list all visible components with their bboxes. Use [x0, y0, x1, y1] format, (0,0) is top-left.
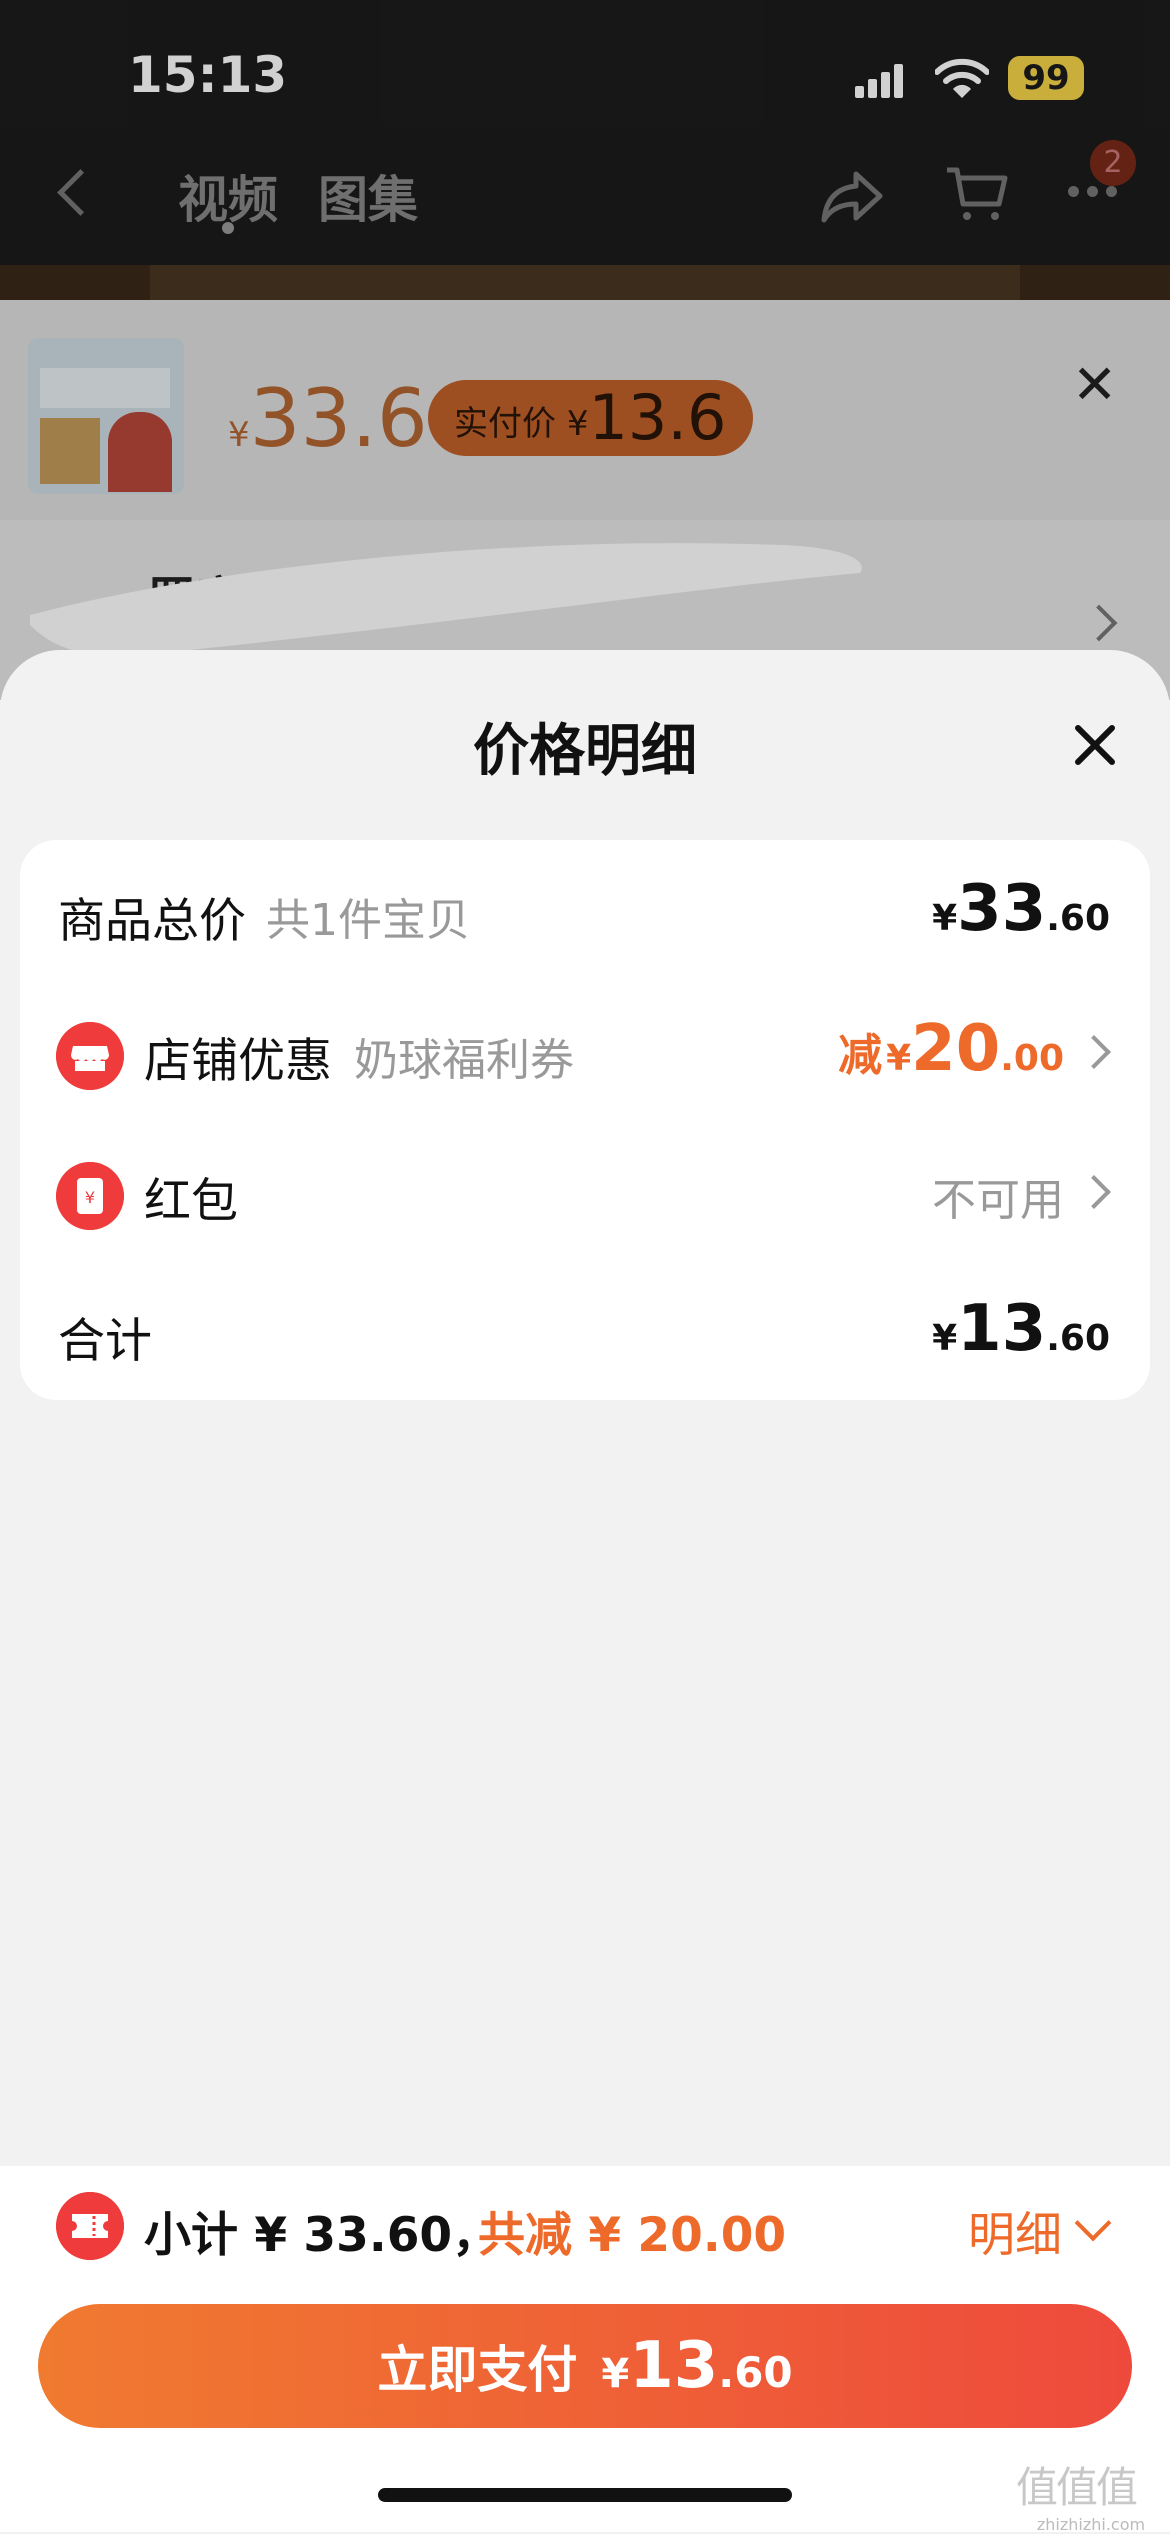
- red-packet-label: 红包: [144, 1174, 238, 1229]
- row-total-goods: 商品总价 共1件宝贝 ¥33.60: [20, 840, 1150, 980]
- svg-text:¥: ¥: [85, 1188, 95, 1207]
- price-card: 商品总价 共1件宝贝 ¥33.60 店铺优惠 奶球福利券 减 ¥20.00 ¥ 红…: [20, 840, 1150, 1400]
- shop-icon: [56, 1022, 124, 1090]
- overlay-dim: [0, 0, 1170, 700]
- close-icon[interactable]: [1072, 722, 1118, 768]
- home-indicator: [378, 2488, 792, 2502]
- pay-now-button[interactable]: 立即支付 ¥13.60: [38, 2304, 1132, 2428]
- row-shop-discount[interactable]: 店铺优惠 奶球福利券 减 ¥20.00: [20, 980, 1150, 1120]
- total-goods-label: 商品总价: [58, 894, 246, 949]
- red-packet-status: 不可用: [932, 1175, 1064, 1226]
- grand-total-label: 合计: [58, 1314, 152, 1369]
- row-grand-total: 合计 ¥13.60: [20, 1260, 1150, 1400]
- detail-toggle[interactable]: 明细: [968, 2196, 1062, 2265]
- ticket-icon: [56, 2192, 124, 2260]
- item-count: 共1件宝贝: [266, 895, 470, 946]
- checkout-bar: 小计 ¥ 33.60， 共减 ¥ 20.00 明细 立即支付 ¥13.60 值值值…: [0, 2166, 1170, 2534]
- total-discount-text: 共减 ¥ 20.00: [478, 2208, 787, 2263]
- shop-discount-value: 减 ¥20.00: [838, 1012, 1064, 1086]
- chevron-down-icon[interactable]: [1074, 2204, 1112, 2242]
- background-page: 15:13 99 视频 图集 2 ¥33.6 实付价 ¥13.6 ✕: [0, 0, 1170, 700]
- subtotal-text: 小计 ¥ 33.60，: [144, 2208, 500, 2263]
- row-red-packet[interactable]: ¥ 红包 不可用: [20, 1120, 1150, 1260]
- grand-total-value: ¥13.60: [932, 1292, 1110, 1366]
- watermark: 值值值 zhizhizhi.com: [1016, 2463, 1146, 2534]
- red-packet-icon: ¥: [56, 1162, 124, 1230]
- shop-discount-label: 店铺优惠: [144, 1034, 332, 1089]
- chevron-right-icon: [1077, 1035, 1111, 1069]
- sheet-title: 价格明细: [473, 719, 697, 784]
- chevron-right-icon: [1077, 1175, 1111, 1209]
- coupon-name: 奶球福利券: [354, 1035, 574, 1086]
- total-goods-value: ¥33.60: [932, 872, 1110, 946]
